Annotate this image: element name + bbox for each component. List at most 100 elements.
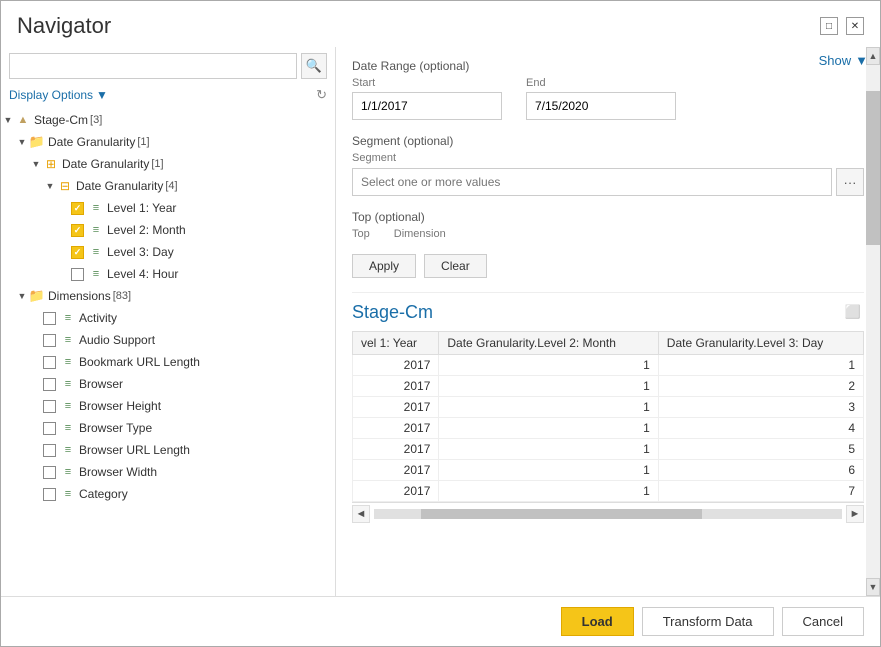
checkbox[interactable] bbox=[43, 466, 56, 479]
tree-item-level-day[interactable]: ≡Level 3: Day bbox=[1, 241, 335, 263]
tree-label: Level 4: Hour bbox=[107, 267, 178, 281]
tree-item-level-month[interactable]: ≡Level 2: Month bbox=[1, 219, 335, 241]
tree-item-browser-height[interactable]: ≡Browser Height bbox=[1, 395, 335, 417]
navigator-dialog: Navigator □ ✕ 🔍 Display Options ▼ ↻ bbox=[0, 0, 881, 647]
scroll-left-button[interactable]: ◄ bbox=[352, 505, 370, 523]
export-icon[interactable]: ⬜ bbox=[842, 301, 864, 323]
checkbox[interactable] bbox=[43, 444, 56, 457]
expand-arrow[interactable] bbox=[15, 135, 29, 149]
search-icon[interactable]: 🔍 bbox=[301, 53, 327, 79]
right-scroll-area[interactable]: Date Range (optional) Start End bbox=[336, 47, 880, 596]
table-cell: 2017 bbox=[353, 376, 439, 397]
checkbox[interactable] bbox=[43, 422, 56, 435]
table-cell: 2017 bbox=[353, 460, 439, 481]
tree-item-browser-width[interactable]: ≡Browser Width bbox=[1, 461, 335, 483]
checkbox[interactable] bbox=[43, 312, 56, 325]
tree-item-level-year[interactable]: ≡Level 1: Year bbox=[1, 197, 335, 219]
tree-badge: [4] bbox=[165, 180, 177, 192]
table-row: 201715 bbox=[353, 439, 864, 460]
expand-arrow[interactable] bbox=[29, 311, 43, 325]
tree-item-level-hour[interactable]: ≡Level 4: Hour bbox=[1, 263, 335, 285]
minimize-button[interactable]: □ bbox=[820, 17, 838, 35]
column-icon: ≡ bbox=[88, 245, 104, 259]
tree-item-bookmark-url[interactable]: ≡Bookmark URL Length bbox=[1, 351, 335, 373]
expand-arrow[interactable] bbox=[29, 421, 43, 435]
checkbox[interactable] bbox=[43, 334, 56, 347]
vscroll-thumb bbox=[866, 91, 880, 245]
table-row: 201713 bbox=[353, 397, 864, 418]
table-cell: 1 bbox=[439, 418, 658, 439]
expand-arrow[interactable] bbox=[57, 223, 71, 237]
checkbox[interactable] bbox=[71, 224, 84, 237]
expand-arrow[interactable] bbox=[43, 179, 57, 193]
stage-icon: ▲ bbox=[15, 113, 31, 127]
tree-item-date-gran-1[interactable]: 📁Date Granularity [1] bbox=[1, 131, 335, 153]
tree-item-dimensions[interactable]: 📁Dimensions [83] bbox=[1, 285, 335, 307]
checkbox[interactable] bbox=[43, 356, 56, 369]
transform-button[interactable]: Transform Data bbox=[642, 607, 774, 636]
expand-arrow[interactable] bbox=[29, 399, 43, 413]
scroll-right-button[interactable]: ► bbox=[846, 505, 864, 523]
expand-arrow[interactable] bbox=[15, 289, 29, 303]
expand-arrow[interactable] bbox=[57, 245, 71, 259]
tree-label: Date Granularity bbox=[62, 157, 149, 171]
checkbox[interactable] bbox=[71, 202, 84, 215]
tree-item-date-gran-1b[interactable]: ⊞Date Granularity [1] bbox=[1, 153, 335, 175]
display-options-button[interactable]: Display Options ▼ bbox=[9, 88, 108, 102]
table-row: 201714 bbox=[353, 418, 864, 439]
clear-button[interactable]: Clear bbox=[424, 254, 487, 278]
vscroll-track[interactable] bbox=[866, 65, 880, 578]
checkbox[interactable] bbox=[43, 378, 56, 391]
expand-arrow[interactable] bbox=[57, 267, 71, 281]
tree-item-date-gran-4[interactable]: ⊟Date Granularity [4] bbox=[1, 175, 335, 197]
expand-arrow[interactable] bbox=[29, 157, 43, 171]
expand-arrow[interactable] bbox=[29, 465, 43, 479]
checkbox[interactable] bbox=[71, 246, 84, 259]
tree-item-stage-cm[interactable]: ▲Stage-Cm [3] bbox=[1, 109, 335, 131]
start-date-input[interactable] bbox=[352, 92, 502, 120]
date-range-title: Date Range (optional) bbox=[352, 59, 864, 73]
expand-arrow[interactable] bbox=[29, 355, 43, 369]
top-field: Top bbox=[352, 228, 370, 240]
tree-item-browser[interactable]: ≡Browser bbox=[1, 373, 335, 395]
column-icon: ≡ bbox=[60, 421, 76, 435]
table-row: 201717 bbox=[353, 481, 864, 502]
expand-arrow[interactable] bbox=[29, 377, 43, 391]
expand-arrow[interactable] bbox=[29, 443, 43, 457]
end-date-input[interactable] bbox=[526, 92, 676, 120]
show-button[interactable]: Show ▼ bbox=[807, 47, 880, 74]
close-button[interactable]: ✕ bbox=[846, 17, 864, 35]
segment-more-button[interactable]: ··· bbox=[836, 168, 864, 196]
table-cell: 6 bbox=[658, 460, 863, 481]
checkbox[interactable] bbox=[71, 268, 84, 281]
column-icon: ≡ bbox=[60, 443, 76, 457]
horizontal-scrollbar[interactable]: ◄ ► bbox=[352, 502, 864, 525]
cancel-button[interactable]: Cancel bbox=[782, 607, 864, 636]
tree-item-activity[interactable]: ≡Activity bbox=[1, 307, 335, 329]
hscroll-thumb bbox=[421, 509, 702, 519]
tree-container[interactable]: ▲Stage-Cm [3]📁Date Granularity [1]⊞Date … bbox=[1, 107, 335, 596]
right-panel: Show ▼ Date Range (optional) Start End bbox=[336, 47, 880, 596]
dimension-label: Dimension bbox=[394, 228, 446, 240]
expand-arrow[interactable] bbox=[29, 487, 43, 501]
expand-arrow[interactable] bbox=[29, 333, 43, 347]
tree-item-browser-url-length[interactable]: ≡Browser URL Length bbox=[1, 439, 335, 461]
checkbox[interactable] bbox=[43, 488, 56, 501]
expand-arrow[interactable] bbox=[57, 201, 71, 215]
search-input[interactable] bbox=[9, 53, 297, 79]
tree-item-audio-support[interactable]: ≡Audio Support bbox=[1, 329, 335, 351]
apply-button[interactable]: Apply bbox=[352, 254, 416, 278]
segment-label: Segment bbox=[352, 152, 864, 164]
table-cell: 2017 bbox=[353, 418, 439, 439]
segment-input[interactable] bbox=[352, 168, 832, 196]
load-button[interactable]: Load bbox=[561, 607, 634, 636]
hscroll-track[interactable] bbox=[374, 509, 842, 519]
scroll-down-button[interactable]: ▼ bbox=[866, 578, 880, 596]
refresh-icon[interactable]: ↻ bbox=[316, 87, 327, 103]
column-icon: ≡ bbox=[60, 333, 76, 347]
checkbox[interactable] bbox=[43, 400, 56, 413]
expand-arrow[interactable] bbox=[1, 113, 15, 127]
tree-item-browser-type[interactable]: ≡Browser Type bbox=[1, 417, 335, 439]
segment-title: Segment (optional) bbox=[352, 134, 864, 148]
tree-item-category[interactable]: ≡Category bbox=[1, 483, 335, 505]
